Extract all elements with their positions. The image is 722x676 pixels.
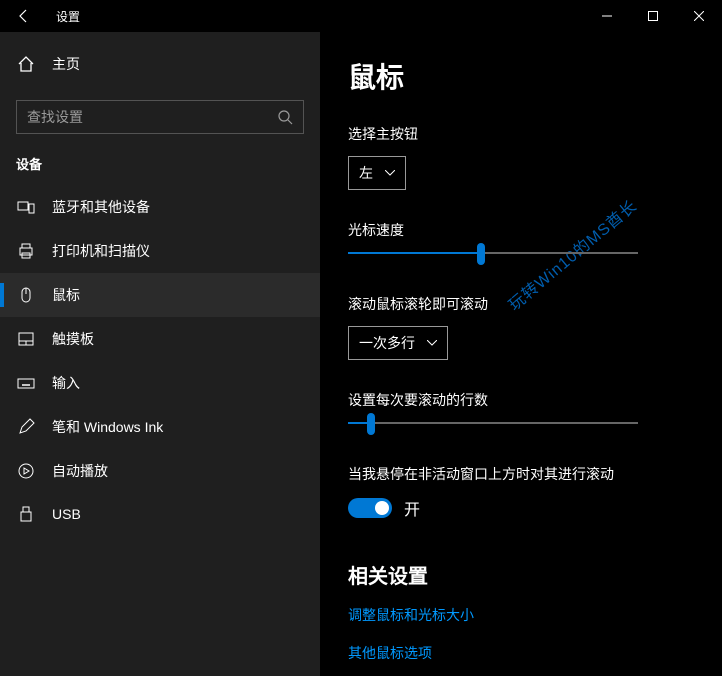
scroll-mode-dropdown[interactable]: 一次多行 <box>348 326 448 360</box>
inactive-scroll-label: 当我悬停在非活动窗口上方时对其进行滚动 <box>348 464 694 484</box>
window-controls <box>584 0 722 32</box>
scroll-mode-label: 滚动鼠标滚轮即可滚动 <box>348 294 694 314</box>
home-icon <box>16 55 36 73</box>
page-title: 鼠标 <box>348 56 694 96</box>
sidebar: 主页 查找设置 设备 蓝牙和其他设备 打印机和扫描仪 鼠标 触摸板 输入 <box>0 32 320 676</box>
sidebar-item-bluetooth[interactable]: 蓝牙和其他设备 <box>0 185 320 229</box>
sidebar-item-typing[interactable]: 输入 <box>0 361 320 405</box>
sidebar-item-label: 蓝牙和其他设备 <box>52 197 150 217</box>
sidebar-item-printers[interactable]: 打印机和扫描仪 <box>0 229 320 273</box>
sidebar-item-touchpad[interactable]: 触摸板 <box>0 317 320 361</box>
maximize-button[interactable] <box>630 0 676 32</box>
minimize-button[interactable] <box>584 0 630 32</box>
related-settings-title: 相关设置 <box>348 560 694 589</box>
sidebar-item-pen[interactable]: 笔和 Windows Ink <box>0 405 320 449</box>
section-label: 设备 <box>0 154 320 185</box>
usb-icon <box>16 505 36 523</box>
chevron-down-icon <box>385 170 395 176</box>
search-placeholder: 查找设置 <box>27 107 83 127</box>
cursor-speed-label: 光标速度 <box>348 220 694 240</box>
mouse-icon <box>16 286 36 304</box>
window-title: 设置 <box>56 8 80 25</box>
sidebar-item-label: 触摸板 <box>52 329 94 349</box>
main-panel: 玩转Win10的MS酋长 鼠标 选择主按钮 左 光标速度 滚动鼠标滚轮即可滚动 … <box>320 32 722 676</box>
sidebar-item-label: 打印机和扫描仪 <box>52 241 150 261</box>
toggle-state: 开 <box>404 496 420 520</box>
slider-thumb[interactable] <box>477 243 485 265</box>
primary-button-label: 选择主按钮 <box>348 124 694 144</box>
primary-button-dropdown[interactable]: 左 <box>348 156 406 190</box>
home-link[interactable]: 主页 <box>0 44 320 84</box>
keyboard-icon <box>16 374 36 392</box>
sidebar-item-label: 鼠标 <box>52 285 80 305</box>
sidebar-item-label: USB <box>52 506 81 522</box>
dropdown-value: 一次多行 <box>359 333 415 353</box>
chevron-down-icon <box>427 340 437 346</box>
lines-slider[interactable] <box>348 422 638 424</box>
home-label: 主页 <box>52 54 80 74</box>
back-button[interactable] <box>0 0 48 32</box>
autoplay-icon <box>16 462 36 480</box>
lines-label: 设置每次要滚动的行数 <box>348 390 694 410</box>
search-icon <box>277 109 293 125</box>
sidebar-item-label: 自动播放 <box>52 461 108 481</box>
link-other-mouse-options[interactable]: 其他鼠标选项 <box>348 643 694 663</box>
devices-icon <box>16 198 36 216</box>
sidebar-item-autoplay[interactable]: 自动播放 <box>0 449 320 493</box>
link-adjust-cursor[interactable]: 调整鼠标和光标大小 <box>348 605 694 625</box>
pen-icon <box>16 418 36 436</box>
search-input[interactable]: 查找设置 <box>16 100 304 134</box>
printer-icon <box>16 242 36 260</box>
dropdown-value: 左 <box>359 163 373 183</box>
inactive-scroll-toggle[interactable] <box>348 498 392 518</box>
touchpad-icon <box>16 330 36 348</box>
close-button[interactable] <box>676 0 722 32</box>
sidebar-item-label: 笔和 Windows Ink <box>52 417 163 437</box>
sidebar-item-mouse[interactable]: 鼠标 <box>0 273 320 317</box>
slider-thumb[interactable] <box>367 413 375 435</box>
cursor-speed-slider[interactable] <box>348 252 638 254</box>
sidebar-item-label: 输入 <box>52 373 80 393</box>
sidebar-item-usb[interactable]: USB <box>0 493 320 535</box>
titlebar: 设置 <box>0 0 722 32</box>
